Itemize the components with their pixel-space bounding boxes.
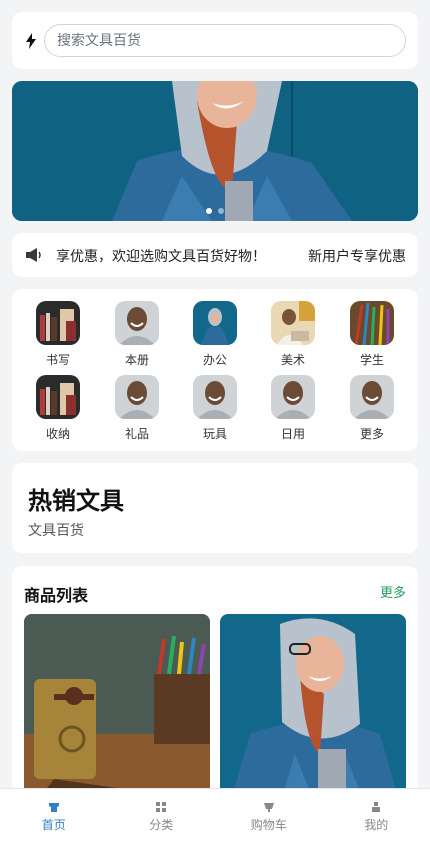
app-page: 享优惠，欢迎选购文具百货好物！ 新用户专享优惠 书写 本册 <box>0 0 430 844</box>
grid-icon <box>156 802 167 812</box>
category-thumb-pencils <box>350 301 394 346</box>
category-thumb-portrait <box>271 375 315 419</box>
category-thumb-portrait <box>115 375 159 419</box>
category-item[interactable]: 日用 <box>263 375 323 441</box>
tab-home[interactable]: 首页 <box>0 789 108 844</box>
category-thumb-books <box>36 375 80 419</box>
category-label: 收纳 <box>45 427 70 441</box>
product-image-sharpener <box>24 614 210 804</box>
category-label: 办公 <box>202 353 227 367</box>
product-list-heading: 商品列表 <box>24 586 89 605</box>
search-bar <box>12 12 418 69</box>
banner-image <box>12 81 418 221</box>
category-label: 本册 <box>124 353 149 367</box>
notice-text: 享优惠，欢迎选购文具百货好物！ <box>56 249 266 265</box>
user-icon <box>372 802 381 812</box>
promo-text[interactable]: 新用户专享优惠 <box>308 246 406 266</box>
cart-icon <box>263 803 274 812</box>
category-label: 更多 <box>359 427 384 441</box>
category-item[interactable]: 学生 <box>342 301 402 367</box>
banner-dot[interactable] <box>218 208 224 214</box>
search-input[interactable] <box>44 24 406 57</box>
banner-dot[interactable] <box>206 208 212 214</box>
category-grid: 书写 本册 办公 美术 学生 收纳 礼品 玩具 日用 更多 <box>12 289 418 451</box>
category-thumb-portrait <box>350 375 394 419</box>
category-thumb-portrait <box>115 301 159 345</box>
tab-label: 购物车 <box>250 818 287 832</box>
category-label: 玩具 <box>202 427 227 441</box>
category-item[interactable]: 更多 <box>342 375 402 441</box>
hot-section[interactable]: 热销文具 文具百货 <box>12 463 418 553</box>
product-card[interactable] <box>24 614 210 804</box>
category-thumb-books <box>36 301 80 345</box>
category-item[interactable]: 玩具 <box>185 375 245 441</box>
category-thumb-art <box>271 301 315 345</box>
tab-category[interactable]: 分类 <box>108 789 216 844</box>
category-label: 日用 <box>280 427 305 441</box>
product-card[interactable] <box>220 614 406 804</box>
product-image-jacket-portrait <box>220 614 406 804</box>
category-item[interactable]: 办公 <box>185 301 245 367</box>
tab-label: 首页 <box>41 818 66 832</box>
category-label: 学生 <box>359 353 384 367</box>
hot-title: 热销文具 <box>28 487 124 515</box>
tab-cart[interactable]: 购物车 <box>215 789 323 844</box>
category-item[interactable]: 礼品 <box>107 375 167 441</box>
bottom-tab-bar: 首页 分类 购物车 我的 <box>0 788 430 844</box>
home-icon <box>48 803 59 812</box>
hot-subtitle: 文具百货 <box>28 523 84 539</box>
tab-label: 我的 <box>364 818 389 832</box>
category-item[interactable]: 书写 <box>28 301 88 367</box>
product-list: 商品列表 更多 <box>12 566 418 806</box>
category-thumb-portrait <box>193 375 237 419</box>
category-thumb-jacket <box>193 301 237 345</box>
tab-label: 分类 <box>149 818 174 832</box>
megaphone-icon <box>26 248 41 262</box>
category-item[interactable]: 美术 <box>263 301 323 367</box>
category-item[interactable]: 收纳 <box>28 375 88 441</box>
category-item[interactable]: 本册 <box>107 301 167 367</box>
category-label: 礼品 <box>124 427 149 441</box>
category-label: 书写 <box>45 353 70 367</box>
banner-carousel[interactable] <box>12 81 418 221</box>
category-label: 美术 <box>280 353 305 367</box>
notice-bar: 享优惠，欢迎选购文具百货好物！ 新用户专享优惠 <box>12 233 418 277</box>
tab-profile[interactable]: 我的 <box>323 789 430 844</box>
lightning-icon <box>26 33 36 49</box>
more-link[interactable]: 更多 <box>380 582 406 601</box>
banner-dots <box>206 208 224 214</box>
notice-marquee: 享优惠，欢迎选购文具百货好物！ <box>46 233 308 277</box>
